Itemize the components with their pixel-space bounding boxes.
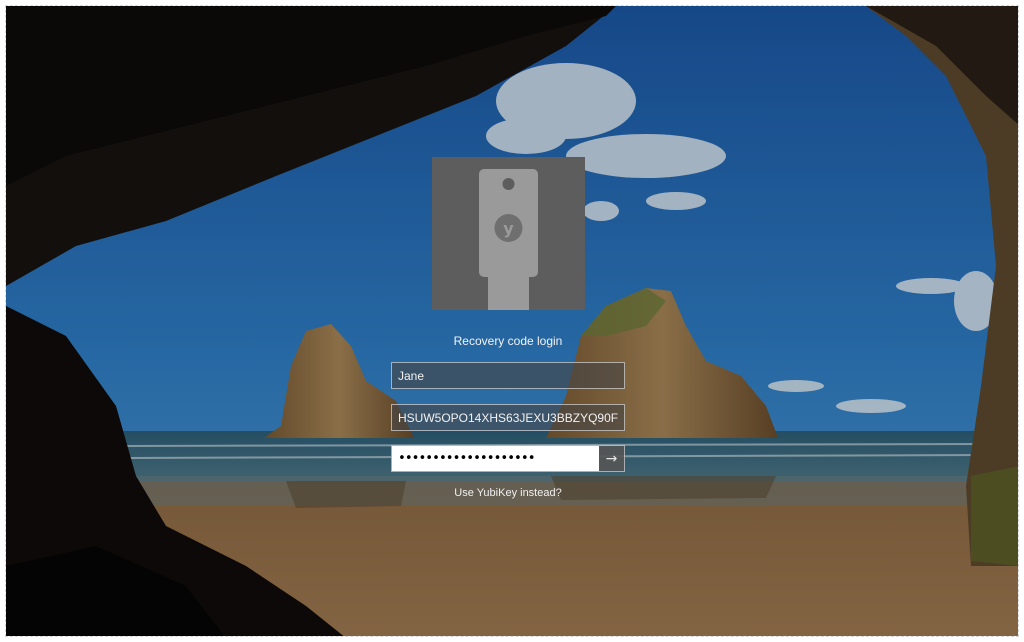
password-row: → <box>391 445 625 472</box>
submit-button[interactable]: → <box>599 446 624 471</box>
background-dim-overlay <box>6 6 1018 636</box>
yubikey-letter: y <box>503 219 514 238</box>
recovery-code-field[interactable] <box>391 404 625 431</box>
password-field[interactable] <box>392 446 599 471</box>
yubikey-icon: y <box>479 169 538 310</box>
username-field[interactable] <box>391 362 625 389</box>
use-yubikey-link[interactable]: Use YubiKey instead? <box>383 486 633 500</box>
security-key-tile: y <box>432 157 585 310</box>
login-title: Recovery code login <box>453 334 563 348</box>
arrow-right-icon: → <box>605 450 618 467</box>
lock-screen: y Recovery code login → Use YubiKey inst… <box>5 5 1019 637</box>
